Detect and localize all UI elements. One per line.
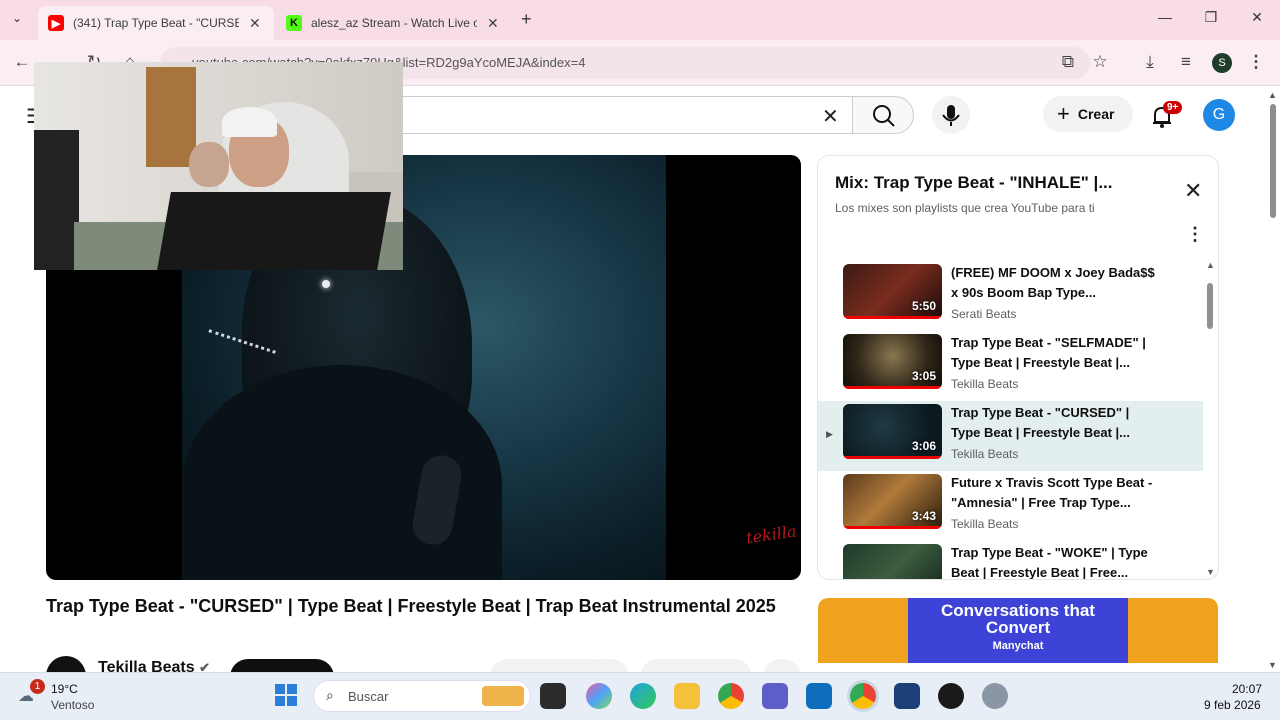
minimize-icon[interactable]: — (1150, 9, 1180, 25)
close-tab-icon[interactable]: ✕ (487, 15, 499, 32)
playlist-item-title[interactable]: Trap Type Beat - "WOKE" | Type Beat | Fr… (951, 543, 1161, 579)
playlist-item[interactable]: 5:50 (FREE) MF DOOM x Joey Bada$$ x 90s … (818, 261, 1203, 331)
account-avatar[interactable]: G (1203, 99, 1235, 131)
mix-scrollbar[interactable] (1207, 283, 1213, 329)
duration-badge: 5:50 (911, 299, 936, 313)
outlook-icon[interactable] (806, 683, 832, 709)
profile-avatar[interactable]: S (1212, 53, 1232, 73)
task-view-icon[interactable] (540, 683, 566, 709)
copilot-icon[interactable] (586, 683, 612, 709)
duration-badge: 3:06 (911, 439, 936, 453)
playlist-item[interactable]: Trap Type Beat - "WOKE" | Type Beat | Fr… (818, 541, 1203, 579)
app-icon[interactable] (894, 683, 920, 709)
playlist-item[interactable]: 3:05 Trap Type Beat - "SELFMADE" | Type … (818, 331, 1203, 401)
obs-icon[interactable] (938, 683, 964, 709)
playlist-item-title[interactable]: Trap Type Beat - "SELFMADE" | Type Beat … (951, 333, 1161, 373)
close-window-icon[interactable]: ✕ (1242, 9, 1272, 26)
back-icon[interactable]: ← (11, 52, 33, 72)
notifications-badge: 9+ (1163, 101, 1183, 114)
clock-time[interactable]: 20:07 (1232, 682, 1262, 696)
mix-title[interactable]: Mix: Trap Type Beat - "INHALE" |... (835, 173, 1113, 193)
file-explorer-icon[interactable] (674, 683, 700, 709)
tab-search-chevron-icon[interactable]: ⌄ (12, 11, 22, 25)
page-scroll-down-icon[interactable]: ▼ (1268, 660, 1277, 670)
playlist-item-channel: Tekilla Beats (951, 517, 1019, 531)
ad-title: Conversations that Convert (941, 601, 1095, 637)
install-app-icon[interactable]: ⧉ (1057, 52, 1079, 72)
create-label: Crear (1077, 106, 1115, 122)
kick-icon: K (286, 15, 302, 31)
webcam-screen (157, 192, 391, 270)
chrome-profile-icon[interactable] (718, 683, 744, 709)
playlist-item-title[interactable]: Trap Type Beat - "CURSED" | Type Beat | … (951, 403, 1161, 443)
weather-temperature[interactable]: 19°C (51, 682, 78, 696)
new-tab-icon[interactable]: + (521, 9, 532, 30)
microphone-icon (942, 105, 960, 126)
now-playing-icon: ▶ (826, 429, 833, 439)
browser-tab-bar: ⌄ ▶ (341) Trap Type Beat - "CURSED" | Ty… (0, 0, 1280, 40)
search-icon: ⌕ (326, 687, 334, 703)
playlist-thumbnail[interactable]: 3:43 (843, 474, 942, 529)
playlist-thumbnail[interactable]: 3:05 (843, 334, 942, 389)
weather-description[interactable]: Ventoso (51, 698, 94, 712)
weather-badge: 1 (30, 679, 45, 694)
chrome-icon[interactable] (850, 683, 876, 709)
restore-icon[interactable]: ❐ (1196, 9, 1226, 26)
tab-youtube[interactable]: ▶ (341) Trap Type Beat - "CURSED" | Type… (38, 6, 274, 40)
webcam-overlay (34, 62, 403, 270)
taskbar-search[interactable]: ⌕ Buscar (313, 680, 531, 712)
webcam-face-second (189, 142, 229, 187)
playlist-thumbnail[interactable] (843, 544, 942, 579)
playlist-item-channel: Tekilla Beats (951, 377, 1019, 391)
clock-date[interactable]: 9 feb 2026 (1204, 698, 1261, 712)
media-control-icon[interactable]: ≡ (1175, 52, 1197, 72)
browser-menu-icon[interactable]: ⋮ (1245, 52, 1267, 72)
video-earring (322, 280, 330, 288)
ad-brand: Manychat (992, 640, 1044, 652)
voice-search-button[interactable] (932, 96, 970, 134)
playlist-item[interactable]: 3:43 Future x Travis Scott Type Beat - "… (818, 471, 1203, 541)
playlist-thumbnail[interactable]: 3:06 (843, 404, 942, 459)
mix-scroll-up-icon[interactable]: ▲ (1206, 260, 1215, 270)
mix-more-icon[interactable]: ⋮ (1186, 224, 1204, 245)
playlist-item-channel: Tekilla Beats (951, 447, 1019, 461)
playlist-item-title[interactable]: (FREE) MF DOOM x Joey Bada$$ x 90s Boom … (951, 263, 1161, 303)
teams-icon[interactable] (762, 683, 788, 709)
edge-icon[interactable] (630, 683, 656, 709)
downloads-icon[interactable]: ⤓ (1139, 52, 1161, 72)
ad-banner[interactable]: Conversations that Convert Manychat (818, 598, 1218, 663)
mix-scroll-down-icon[interactable]: ▼ (1206, 567, 1215, 577)
mix-playlist-panel: Mix: Trap Type Beat - "INHALE" |... Los … (817, 155, 1219, 580)
taskbar-search-placeholder: Buscar (348, 689, 389, 704)
search-highlight-icon (482, 686, 524, 706)
video-watermark: tekilla (744, 521, 798, 548)
create-button[interactable]: + Crear (1043, 96, 1133, 132)
webcam-door (146, 67, 196, 167)
search-icon (873, 105, 895, 127)
plus-icon: + (1057, 101, 1070, 126)
video-title: Trap Type Beat - "CURSED" | Type Beat | … (46, 596, 776, 616)
clear-search-icon[interactable]: ✕ (822, 104, 839, 129)
page-scrollbar-thumb[interactable] (1270, 104, 1276, 218)
playlist-item-channel: Serati Beats (951, 307, 1017, 321)
close-mix-icon[interactable]: ✕ (1184, 178, 1202, 204)
tab-title: alesz_az Stream - Watch Live on Kick (311, 16, 477, 30)
duration-badge: 3:43 (911, 509, 936, 523)
tab-title: (341) Trap Type Beat - "CURSED" | Type B… (73, 16, 239, 30)
duration-badge: 3:05 (911, 369, 936, 383)
playlist-item-current[interactable]: ▶ 3:06 Trap Type Beat - "CURSED" | Type … (818, 401, 1203, 471)
start-button[interactable] (275, 684, 297, 706)
playlist-item-title[interactable]: Future x Travis Scott Type Beat - "Amnes… (951, 473, 1161, 513)
search-button[interactable] (852, 96, 914, 134)
close-tab-icon[interactable]: ✕ (249, 15, 261, 32)
bookmark-star-icon[interactable]: ☆ (1089, 52, 1111, 72)
tab-kick[interactable]: K alesz_az Stream - Watch Live on Kick ✕ (276, 6, 512, 40)
page-scroll-up-icon[interactable]: ▲ (1268, 90, 1277, 100)
settings-gear-icon[interactable] (982, 683, 1008, 709)
webcam-cap (222, 107, 277, 137)
mix-subtitle: Los mixes son playlists que crea YouTube… (835, 201, 1095, 215)
playlist-thumbnail[interactable]: 5:50 (843, 264, 942, 319)
youtube-icon: ▶ (48, 15, 64, 31)
webcam-monitor (34, 130, 79, 270)
